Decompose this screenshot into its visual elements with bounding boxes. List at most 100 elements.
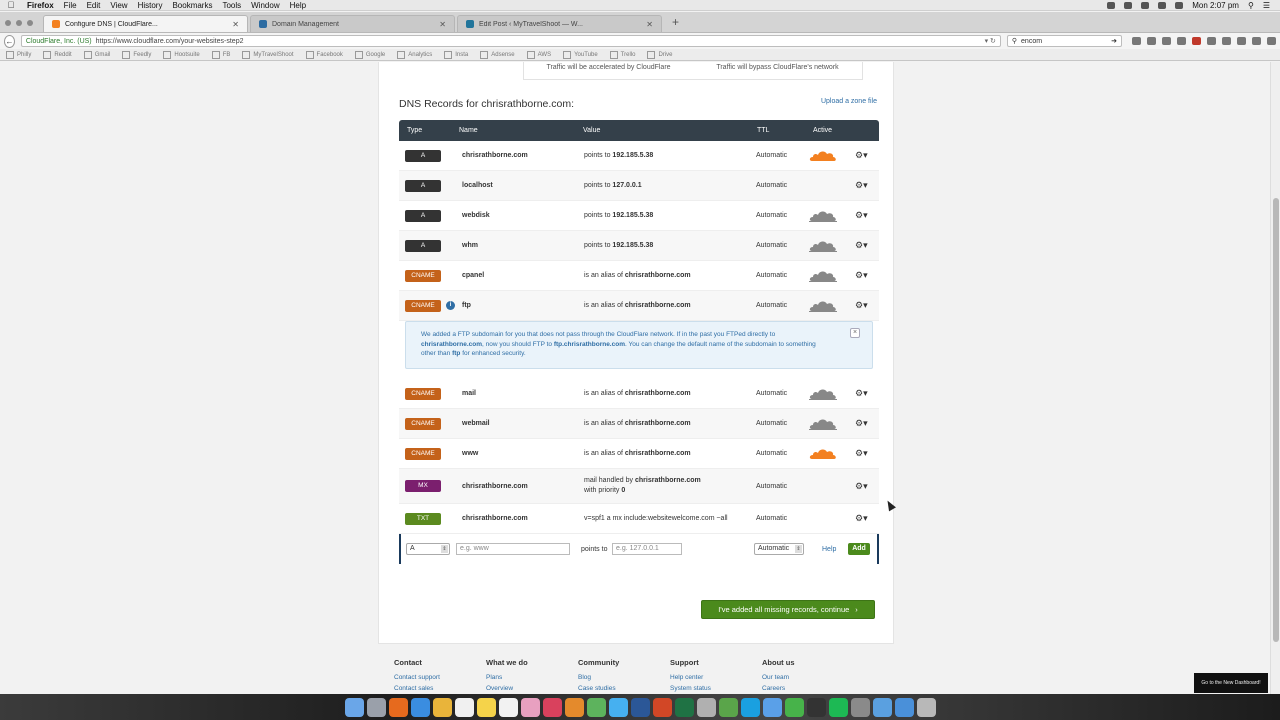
record-ttl[interactable]: Automatic — [756, 272, 787, 279]
dropbox-icon[interactable] — [1107, 1, 1116, 9]
new-dashboard-button[interactable]: Go to the New Dashboard! — [1194, 673, 1268, 693]
record-name[interactable]: www — [462, 450, 478, 457]
record-name[interactable]: localhost — [462, 182, 493, 189]
record-ttl[interactable]: Automatic — [756, 242, 787, 249]
firefox-icon[interactable] — [388, 697, 408, 717]
mail-icon[interactable] — [762, 697, 782, 717]
gear-icon[interactable]: ⚙▾ — [855, 300, 868, 311]
record-ttl[interactable]: Automatic — [756, 182, 787, 189]
search-go-icon[interactable]: ➜ — [1111, 37, 1117, 45]
notifications-icon[interactable]: ☰ — [1263, 1, 1270, 10]
footer-link[interactable]: System status — [670, 685, 762, 692]
powerpoint-icon[interactable] — [652, 697, 672, 717]
preview-icon[interactable] — [696, 697, 716, 717]
ibooks-icon[interactable] — [564, 697, 584, 717]
menu-help[interactable]: Help — [285, 1, 311, 10]
battery-icon[interactable] — [1175, 1, 1184, 9]
record-value[interactable]: is an alias of chrisrathborne.com — [584, 389, 691, 399]
bluetooth-icon[interactable] — [1124, 1, 1133, 9]
reminders-icon[interactable] — [498, 697, 518, 717]
extension-icon[interactable] — [1252, 37, 1261, 45]
tab-domain-management[interactable]: Domain Management ✕ — [250, 15, 455, 32]
bookmark-item[interactable]: Hootsuite — [163, 51, 199, 59]
facetime-icon[interactable] — [784, 697, 804, 717]
menu-app-firefox[interactable]: Firefox — [22, 1, 59, 10]
record-value[interactable]: is an alias of chrisrathborne.com — [584, 449, 691, 459]
evernote-icon[interactable] — [718, 697, 738, 717]
sync-icon[interactable] — [1237, 37, 1246, 45]
apple-icon[interactable]:  — [0, 0, 22, 10]
skype-icon[interactable] — [740, 697, 760, 717]
new-tab-button[interactable]: + — [664, 15, 687, 32]
bookmark-item[interactable]: Insta — [444, 51, 468, 59]
menu-window[interactable]: Window — [246, 1, 284, 10]
close-tab-icon[interactable]: ✕ — [439, 20, 446, 29]
record-ttl[interactable]: Automatic — [756, 152, 787, 159]
bookmark-star-icon[interactable] — [1132, 37, 1141, 45]
record-value[interactable]: points to 192.185.5.38 — [584, 151, 653, 161]
wifi-icon[interactable] — [1141, 1, 1150, 9]
menu-tools[interactable]: Tools — [217, 1, 246, 10]
record-value[interactable]: is an alias of chrisrathborne.com — [584, 271, 691, 281]
folder-icon[interactable] — [872, 697, 892, 717]
gear-icon[interactable]: ⚙▾ — [855, 513, 868, 524]
record-type-select[interactable]: A ⇕ — [406, 543, 450, 555]
record-name[interactable]: cpanel — [462, 272, 484, 279]
record-name-input[interactable]: e.g. www — [456, 543, 570, 555]
gear-icon[interactable]: ⚙▾ — [855, 481, 868, 492]
photos-icon[interactable] — [520, 697, 540, 717]
home-icon[interactable] — [1177, 37, 1186, 45]
cloud-on-icon[interactable] — [809, 447, 839, 461]
record-ttl[interactable]: Automatic — [756, 212, 787, 219]
url-text[interactable]: https://www.cloudflare.com/your-websites… — [96, 38, 244, 45]
record-name[interactable]: webmail — [462, 420, 490, 427]
safari-icon[interactable] — [410, 697, 430, 717]
info-icon[interactable]: i — [446, 301, 455, 310]
itunes-icon[interactable] — [542, 697, 562, 717]
spotlight-icon[interactable]: ⚲ — [1248, 1, 1254, 10]
search-input[interactable]: encom — [1021, 38, 1042, 45]
footer-link[interactable]: Careers — [762, 685, 854, 692]
system-prefs-icon[interactable] — [850, 697, 870, 717]
bookmark-item[interactable]: Drive — [647, 51, 672, 59]
page-scrollbar[interactable] — [1270, 62, 1280, 694]
trash-icon[interactable] — [916, 697, 936, 717]
bookmark-item[interactable]: YouTube — [563, 51, 598, 59]
menu-edit[interactable]: Edit — [82, 1, 106, 10]
bookmark-item[interactable]: Facebook — [306, 51, 343, 59]
menu-history[interactable]: History — [133, 1, 168, 10]
search-box[interactable]: ⚲ encom ➜ — [1006, 35, 1122, 47]
record-ttl[interactable]: Automatic — [756, 302, 787, 309]
bookmark-item[interactable]: Reddit — [43, 51, 71, 59]
record-name[interactable]: whm — [462, 242, 478, 249]
reload-icon[interactable]: ▾ ↻ — [985, 37, 996, 45]
zoom-window-button[interactable] — [27, 20, 33, 26]
bookmark-item[interactable]: Analytics — [397, 51, 432, 59]
record-value[interactable]: mail handled by chrisrathborne.com with p… — [584, 476, 701, 496]
gear-icon[interactable]: ⚙▾ — [855, 388, 868, 399]
gear-icon[interactable]: ⚙▾ — [855, 150, 868, 161]
gear-icon[interactable]: ⚙▾ — [855, 418, 868, 429]
bookmark-item[interactable]: FB — [212, 51, 231, 59]
footer-link[interactable]: Case studies — [578, 685, 670, 692]
record-value[interactable]: points to 192.185.5.38 — [584, 241, 653, 251]
close-tab-icon[interactable]: ✕ — [646, 20, 653, 29]
record-ttl[interactable]: Automatic — [756, 450, 787, 457]
bookmark-item[interactable]: AWS — [527, 51, 551, 59]
downloads-icon[interactable] — [894, 697, 914, 717]
bookmark-item[interactable]: Philly — [6, 51, 31, 59]
cloud-on-icon[interactable] — [809, 149, 839, 163]
tab-configure-dns[interactable]: Configure DNS | CloudFlare... ✕ — [43, 15, 248, 32]
spotify-icon[interactable] — [828, 697, 848, 717]
record-name[interactable]: mail — [462, 390, 476, 397]
terminal-icon[interactable] — [806, 697, 826, 717]
chrome-icon[interactable] — [432, 697, 452, 717]
url-bar[interactable]: CloudFlare, Inc. (US) https://www.cloudf… — [20, 35, 1001, 47]
launchpad-icon[interactable] — [366, 697, 386, 717]
bookmark-item[interactable]: Trello — [610, 51, 636, 59]
maps-icon[interactable] — [586, 697, 606, 717]
gear-icon[interactable]: ⚙▾ — [855, 448, 868, 459]
cloud-off-icon[interactable] — [809, 299, 839, 313]
record-ttl[interactable]: Automatic — [756, 420, 787, 427]
record-value[interactable]: points to 127.0.0.1 — [584, 181, 642, 191]
